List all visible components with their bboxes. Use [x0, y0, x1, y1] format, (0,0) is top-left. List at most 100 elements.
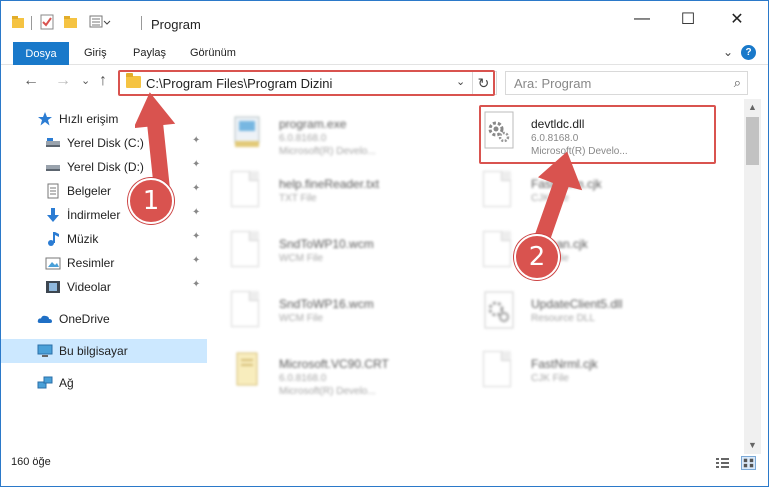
file-item[interactable]: SndToWP10.wcm WCM File — [207, 225, 447, 281]
pin-icon: ✦ — [192, 159, 201, 170]
details-view-icon[interactable] — [715, 456, 730, 470]
file-item[interactable]: UpdateClient5.dll Resource DLL — [459, 285, 699, 341]
document-icon — [483, 351, 515, 391]
sidebar-item-label: Yerel Disk (C:) — [67, 136, 144, 150]
videos-icon — [46, 281, 60, 293]
pin-icon: ✦ — [192, 255, 201, 266]
sidebar-item-downloads[interactable]: İndirmeler ✦ — [1, 203, 207, 227]
file-item[interactable]: Microsoft.VC90.CRT 6.0.8168.0 Microsoft(… — [207, 345, 447, 401]
help-icon[interactable]: ? — [741, 45, 756, 60]
sidebar-item-music[interactable]: Müzik ✦ — [1, 227, 207, 251]
window-title: Program — [151, 17, 201, 32]
refresh-button[interactable]: ↻ — [472, 71, 494, 95]
sidebar-item-documents[interactable]: Belgeler ✦ — [1, 179, 207, 203]
step-1-badge: 1 — [128, 178, 174, 224]
status-bar: 160 öğe — [1, 454, 768, 486]
sidebar-item-pictures[interactable]: Resimler ✦ — [1, 251, 207, 275]
file-item[interactable]: FastNorm.cjk CJK File — [459, 165, 699, 221]
file-company: Microsoft(R) Develo... — [531, 146, 628, 157]
drive-icon — [46, 165, 60, 171]
star-icon — [38, 112, 52, 126]
file-type: CJK File — [531, 373, 569, 384]
sidebar-item-label: İndirmeler — [67, 208, 121, 222]
sidebar-item-label: Müzik — [67, 232, 99, 246]
dll-gear-icon — [484, 111, 514, 149]
file-item-devtldc[interactable]: devtldc.dll 6.0.8168.0 Microsoft(R) Deve… — [459, 105, 699, 161]
sidebar-item-label: Videolar — [67, 280, 111, 294]
documents-icon — [47, 183, 59, 199]
vertical-scrollbar[interactable]: ▲ ▼ — [744, 99, 761, 454]
file-name: SndToWP10.wcm — [279, 237, 374, 251]
sidebar-item-label: Belgeler — [67, 184, 112, 198]
sidebar-item-label: Bu bilgisayar — [59, 344, 128, 358]
sidebar-item-network[interactable]: Ağ — [1, 371, 207, 395]
file-company: Microsoft(R) Develo... — [279, 146, 376, 157]
tab-view[interactable]: Görünüm — [190, 47, 236, 59]
forward-button[interactable]: → — [55, 72, 71, 90]
scroll-up-icon[interactable]: ▲ — [744, 99, 761, 116]
scroll-down-icon[interactable]: ▼ — [744, 437, 761, 454]
manifest-icon — [236, 352, 258, 386]
drive-icon — [46, 138, 60, 147]
pin-icon: ✦ — [192, 183, 201, 194]
new-folder-icon[interactable] — [63, 13, 79, 31]
file-type: Resource DLL — [531, 313, 595, 324]
music-icon — [48, 232, 59, 246]
sidebar-item-local-disk-d[interactable]: Yerel Disk (D:) ✦ — [1, 155, 207, 179]
sidebar-item-label: Resimler — [67, 256, 115, 270]
file-item[interactable]: SndToWP16.wcm WCM File — [207, 285, 447, 341]
sidebar-item-onedrive[interactable]: OneDrive — [1, 307, 207, 331]
search-input[interactable]: Ara: Program ⌕ — [505, 71, 748, 95]
file-name: SndToWP16.wcm — [279, 297, 374, 311]
file-name: help.fineReader.txt — [279, 177, 380, 191]
tab-home[interactable]: Giriş — [84, 47, 107, 59]
download-icon — [47, 208, 59, 222]
pin-icon: ✦ — [192, 231, 201, 242]
navigation-bar: ← → ⌄ ↑ C:\Program Files\Program Dizini … — [1, 65, 768, 99]
explorer-window: Program — ☐ ✕ Dosya Giriş Paylaş Görünüm… — [0, 0, 769, 487]
folder-icon — [12, 16, 24, 28]
sidebar-item-label: Yerel Disk (D:) — [67, 160, 144, 174]
file-item[interactable]: help.fineReader.txt TXT File — [207, 165, 447, 221]
navigation-pane: Hızlı erişim Yerel Disk (C:) ✦ Yerel Dis… — [1, 99, 207, 454]
expand-ribbon-icon[interactable]: ⌄ — [723, 45, 733, 59]
properties-icon[interactable] — [39, 13, 55, 31]
sidebar-item-videos[interactable]: Videolar ✦ — [1, 275, 207, 299]
sidebar-item-quick-access[interactable]: Hızlı erişim — [1, 107, 207, 131]
file-type: TXT File — [279, 193, 317, 204]
recent-locations-button[interactable]: ⌄ — [81, 74, 90, 87]
file-item[interactable]: Korean.cjk CJK File — [459, 225, 699, 281]
sidebar-item-label: Hızlı erişim — [59, 112, 119, 126]
back-button[interactable]: ← — [23, 72, 39, 90]
file-type: WCM File — [279, 253, 323, 264]
search-icon: ⌕ — [733, 75, 741, 90]
sidebar-item-local-disk-c[interactable]: Yerel Disk (C:) ✦ — [1, 131, 207, 155]
file-item[interactable]: program.exe 6.0.8168.0 Microsoft(R) Deve… — [207, 105, 447, 161]
large-icons-view-icon[interactable] — [741, 456, 756, 470]
network-icon — [37, 376, 53, 389]
tab-share[interactable]: Paylaş — [133, 47, 166, 59]
file-item[interactable]: FastNrml.cjk CJK File — [459, 345, 699, 401]
document-icon — [231, 291, 263, 331]
customize-quick-access-icon[interactable] — [89, 13, 111, 31]
address-dropdown-icon[interactable]: ⌄ — [456, 75, 465, 88]
minimize-button[interactable]: — — [619, 1, 665, 37]
pin-icon: ✦ — [192, 207, 201, 218]
sidebar-item-this-pc[interactable]: Bu bilgisayar — [1, 339, 207, 363]
file-version: 6.0.8168.0 — [279, 133, 327, 144]
document-icon — [483, 231, 515, 271]
close-button[interactable]: ✕ — [714, 1, 760, 37]
maximize-icon: ☐ — [680, 11, 696, 28]
separator — [141, 16, 142, 30]
step-2-badge: 2 — [514, 234, 560, 280]
tab-file[interactable]: Dosya — [13, 42, 69, 65]
exe-icon — [234, 116, 260, 147]
file-name: program.exe — [279, 117, 347, 131]
scroll-thumb[interactable] — [746, 117, 759, 165]
maximize-button[interactable]: ☐ — [665, 1, 711, 37]
search-placeholder: Ara: Program — [514, 76, 592, 91]
pin-icon: ✦ — [192, 135, 201, 146]
address-bar[interactable]: C:\Program Files\Program Dizini ⌄ — [119, 71, 497, 95]
dll-gear-icon — [484, 291, 514, 329]
up-button[interactable]: ↑ — [99, 72, 107, 90]
